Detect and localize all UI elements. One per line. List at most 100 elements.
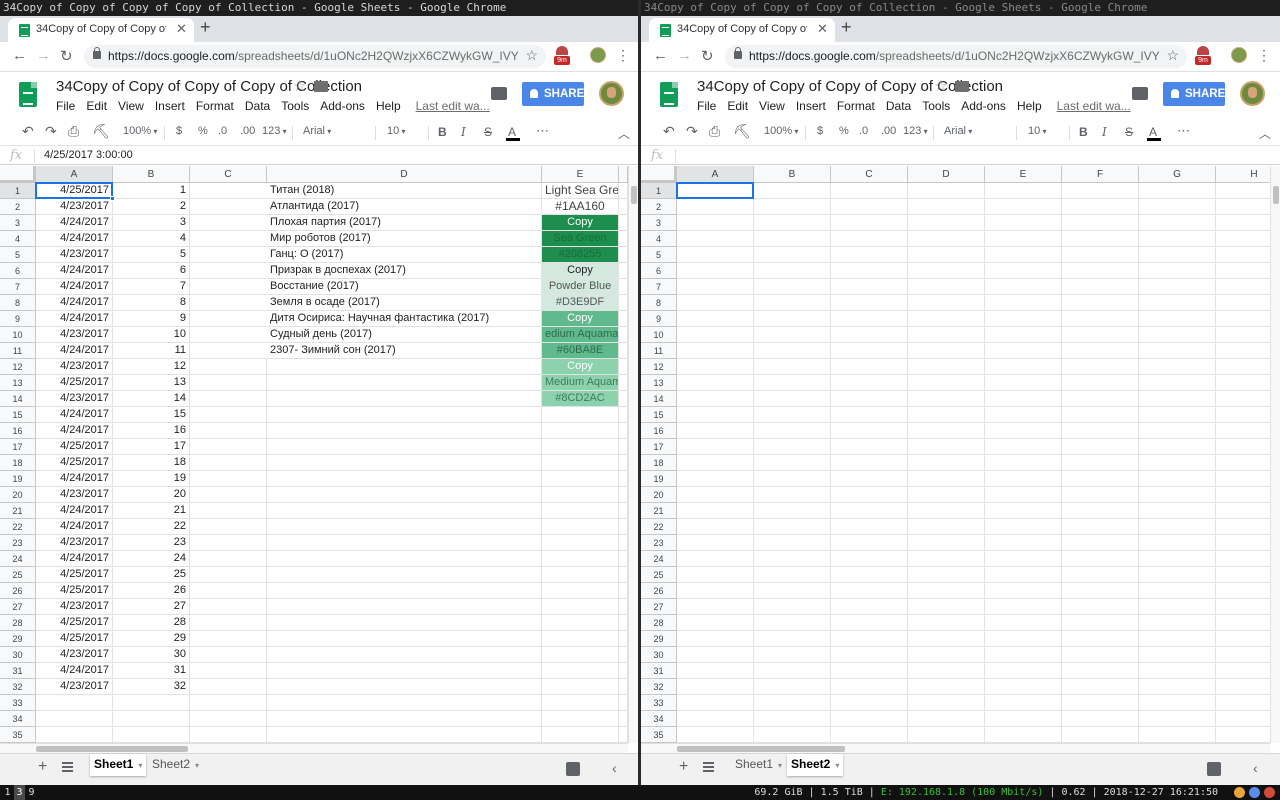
grid-cell[interactable] [542,631,619,647]
row-header[interactable]: 27 [641,599,677,615]
grid-cell[interactable] [908,535,985,551]
grid-cell[interactable] [831,551,908,567]
grid-cell[interactable] [985,407,1062,423]
back-icon[interactable]: ← [12,47,27,64]
grid-cell[interactable] [542,599,619,615]
grid-cell[interactable] [267,391,542,407]
grid-cell[interactable] [831,311,908,327]
grid-cell[interactable] [1216,263,1270,279]
row-header[interactable]: 23 [641,535,677,551]
row-header[interactable]: 30 [0,647,36,663]
grid-cell[interactable] [677,183,754,199]
grid-cell[interactable] [908,679,985,695]
grid-cell[interactable] [1139,263,1216,279]
increase-decimal-button[interactable]: .00 [881,125,896,137]
grid-cell[interactable] [754,471,831,487]
print-icon[interactable]: ⎙ [68,123,79,140]
grid-cell[interactable] [831,487,908,503]
menu-view[interactable]: View [759,99,785,113]
grid-cell[interactable] [754,727,831,743]
grid-cell[interactable] [985,279,1062,295]
grid-cell[interactable] [831,327,908,343]
color-swatch-cell[interactable]: Powder Blue [542,279,619,295]
grid-cell[interactable] [190,711,267,727]
grid-cell[interactable] [677,215,754,231]
grid-cell[interactable] [1216,711,1270,727]
increase-decimal-button[interactable]: .00 [240,125,255,137]
vertical-scrollbar[interactable] [628,166,638,743]
index-cell[interactable]: 16 [113,423,190,439]
menu-edit[interactable]: Edit [86,99,107,113]
row-header[interactable]: 29 [641,631,677,647]
row-header[interactable]: 4 [641,231,677,247]
row-header[interactable]: 23 [0,535,36,551]
row-header[interactable]: 29 [0,631,36,647]
sheet-tab-sheet1[interactable]: Sheet1 ▾ [90,754,147,776]
row-header[interactable]: 32 [0,679,36,695]
grid-cell[interactable] [1216,727,1270,743]
index-cell[interactable]: 5 [113,247,190,263]
row-header[interactable]: 8 [0,295,36,311]
grid-cell[interactable] [267,615,542,631]
row-header[interactable]: 8 [641,295,677,311]
grid-cell[interactable] [1062,503,1139,519]
grid-cell[interactable] [190,471,267,487]
index-cell[interactable]: 2 [113,199,190,215]
row-header[interactable]: 9 [641,311,677,327]
horizontal-scrollbar[interactable] [0,743,628,753]
grid-cell[interactable] [1139,359,1216,375]
grid-cell[interactable] [754,599,831,615]
currency-button[interactable]: $ [817,125,823,137]
grid-cell[interactable] [1139,551,1216,567]
date-cell[interactable]: 4/24/2017 [36,215,113,231]
grid-cell[interactable] [985,647,1062,663]
grid-cell[interactable] [908,599,985,615]
grid-cell[interactable] [985,439,1062,455]
grid-cell[interactable] [985,183,1062,199]
grid-cell[interactable] [1216,375,1270,391]
row-header[interactable]: 1 [0,183,36,199]
grid-cell[interactable] [754,215,831,231]
grid-cell[interactable] [677,615,754,631]
grid-cell[interactable] [113,711,190,727]
grid-cell[interactable] [754,311,831,327]
row-header[interactable]: 15 [0,407,36,423]
movie-title-cell[interactable]: Титан (2018) [267,183,542,199]
grid-cell[interactable] [267,567,542,583]
movie-title-cell[interactable]: Атлантида (2017) [267,199,542,215]
share-button[interactable]: SHARE [522,82,584,106]
grid-cell[interactable] [677,295,754,311]
date-cell[interactable]: 4/25/2017 [36,375,113,391]
grid-cell[interactable] [754,711,831,727]
grid-cell[interactable] [1139,679,1216,695]
grid-cell[interactable] [542,711,619,727]
grid-cell[interactable] [1216,455,1270,471]
reload-icon[interactable]: ↻ [701,47,714,65]
grid-cell[interactable] [677,439,754,455]
row-header[interactable]: 24 [641,551,677,567]
row-header[interactable]: 30 [641,647,677,663]
bookmark-star-icon[interactable]: ☆ [525,47,538,64]
date-cell[interactable]: 4/23/2017 [36,359,113,375]
grid-cell[interactable] [677,359,754,375]
grid-cell[interactable] [267,439,542,455]
user-avatar[interactable] [599,81,624,106]
grid-cell[interactable] [1139,503,1216,519]
menu-insert[interactable]: Insert [796,99,826,113]
grid-cell[interactable] [908,663,985,679]
grid-cell[interactable] [1062,279,1139,295]
grid-cell[interactable] [908,567,985,583]
grid-cell[interactable] [754,423,831,439]
grid-cell[interactable] [190,183,267,199]
grid-cell[interactable] [190,455,267,471]
chrome-menu-icon[interactable]: ⋮ [1257,47,1271,64]
menu-view[interactable]: View [118,99,144,113]
grid-cell[interactable] [985,311,1062,327]
grid-cell[interactable] [754,183,831,199]
grid-cell[interactable] [1216,231,1270,247]
text-color-button[interactable]: A [1149,125,1157,139]
date-cell[interactable]: 4/24/2017 [36,423,113,439]
grid-cell[interactable] [542,471,619,487]
row-header[interactable]: 21 [0,503,36,519]
grid-cell[interactable] [1139,183,1216,199]
